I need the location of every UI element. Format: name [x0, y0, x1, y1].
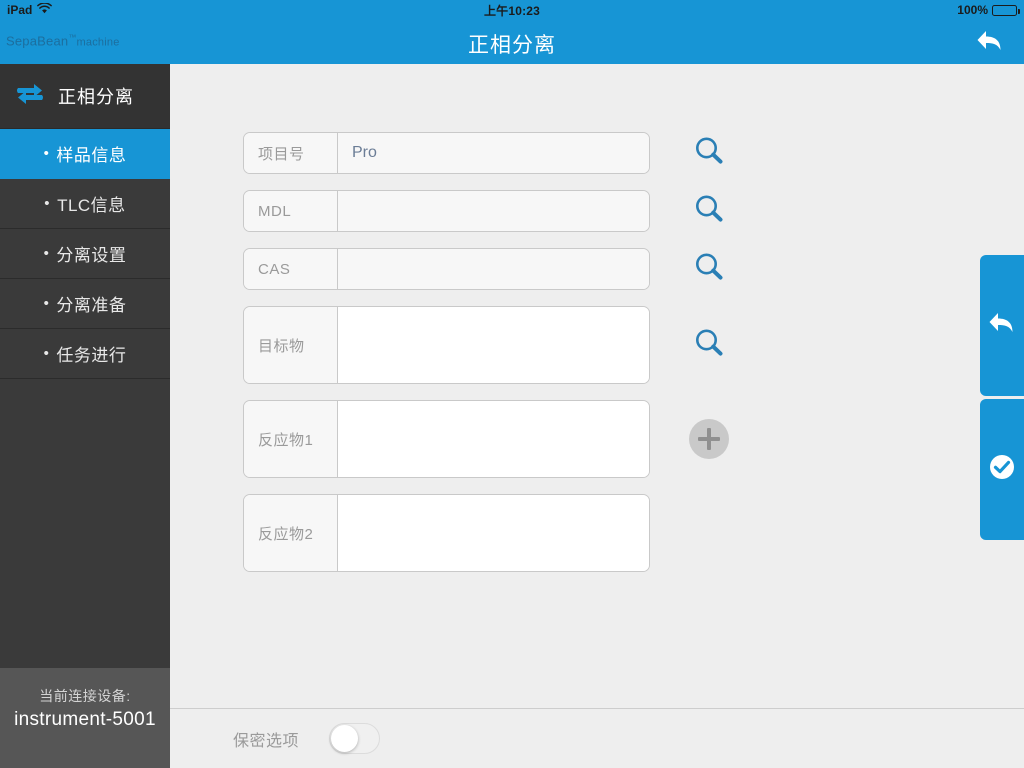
privacy-option-label: 保密选项	[233, 732, 300, 750]
bullet-icon: •	[43, 345, 50, 362]
form-row: CAS	[243, 248, 740, 290]
sidebar-item-sample-info[interactable]: • 样品信息	[0, 129, 170, 179]
project-number-input[interactable]: Pro	[338, 133, 649, 173]
sidebar-item-label: 任务进行	[56, 346, 127, 365]
form-row: 目标物	[243, 306, 740, 384]
navigation-bar: SepaBean™machine 正相分离	[0, 20, 1024, 64]
sidebar-item-label: TLC信息	[57, 196, 126, 215]
form-row: 项目号 Pro	[243, 132, 740, 174]
sidebar-item-separation-prep[interactable]: • 分离准备	[0, 279, 170, 329]
back-arrow-icon	[975, 28, 1005, 59]
field-label: MDL	[244, 191, 338, 231]
sidebar-item-task-progress[interactable]: • 任务进行	[0, 329, 170, 379]
sidebar-header-label: 正相分离	[58, 87, 134, 107]
field-target-compound[interactable]: 目标物	[243, 306, 650, 384]
sample-info-form: 项目号 Pro MDL CAS 目标物 反应物1 反应物2	[243, 132, 740, 588]
bullet-icon: •	[43, 295, 50, 312]
sidebar-item-label: 样品信息	[56, 146, 127, 165]
sidebar-item-label: 分离准备	[56, 296, 127, 315]
check-circle-icon	[988, 453, 1016, 486]
status-bar-clock: 上午10:23	[483, 3, 541, 18]
toggle-knob	[331, 725, 359, 752]
sidebar-item-label: 分离设置	[56, 246, 127, 265]
bullet-icon: •	[43, 245, 50, 262]
ipad-app-screen: iPad 上午10:23 100% SepaBean™machine 正相分离	[0, 0, 1024, 768]
search-icon	[693, 193, 725, 230]
field-mdl[interactable]: MDL	[243, 190, 650, 232]
form-row: MDL	[243, 190, 740, 232]
connected-device-panel: 当前连接设备: instrument-5001	[0, 668, 170, 768]
content-area: 项目号 Pro MDL CAS 目标物 反应物1 反应物2	[170, 64, 1024, 768]
field-label: 项目号	[244, 133, 338, 173]
field-reactant-1[interactable]: 反应物1	[243, 400, 650, 478]
field-cas[interactable]: CAS	[243, 248, 650, 290]
form-row: 反应物1	[243, 400, 740, 478]
battery-percent-label: 100%	[957, 3, 988, 17]
reactant-2-input[interactable]	[338, 495, 649, 571]
add-reactant-button[interactable]	[678, 400, 740, 478]
search-icon	[693, 135, 725, 172]
reactant-1-input[interactable]	[338, 401, 649, 477]
privacy-option-toggle[interactable]	[329, 723, 381, 754]
search-icon	[693, 327, 725, 364]
undo-tab-button[interactable]	[980, 255, 1024, 396]
bullet-icon: •	[43, 145, 50, 162]
search-cas-button[interactable]	[678, 248, 740, 290]
add-icon	[689, 419, 729, 459]
search-target-compound-button[interactable]	[678, 306, 740, 384]
field-reactant-2[interactable]: 反应物2	[243, 494, 650, 572]
nav-back-button[interactable]	[968, 25, 1012, 61]
field-label: 反应物2	[244, 495, 338, 571]
connected-device-caption: 当前连接设备:	[39, 688, 131, 704]
field-label: CAS	[244, 249, 338, 289]
status-bar: iPad 上午10:23 100%	[0, 0, 1024, 20]
reactant-2-action-placeholder	[678, 494, 740, 572]
search-icon	[693, 251, 725, 288]
back-arrow-icon	[987, 310, 1017, 341]
sync-repeat-icon	[14, 81, 46, 112]
page-title: 正相分离	[468, 34, 556, 57]
bullet-icon: •	[44, 195, 51, 212]
mdl-input[interactable]	[338, 191, 649, 231]
confirm-tab-button[interactable]	[980, 399, 1024, 540]
sidebar-empty-space	[0, 379, 170, 671]
form-row: 反应物2	[243, 494, 740, 572]
battery-full-icon	[992, 4, 1020, 16]
sidebar-header: 正相分离	[0, 64, 170, 129]
field-label: 目标物	[244, 307, 338, 383]
search-project-number-button[interactable]	[678, 132, 740, 174]
sidebar: 正相分离 • 样品信息 • TLC信息 • 分离设置 • 分离准备 • 任务进行…	[0, 64, 170, 768]
field-project-number[interactable]: 项目号 Pro	[243, 132, 650, 174]
edge-action-tabs	[980, 255, 1024, 540]
field-label: 反应物1	[244, 401, 338, 477]
bottom-bar: 保密选项	[170, 709, 1024, 768]
sidebar-item-separation-settings[interactable]: • 分离设置	[0, 229, 170, 279]
cas-input[interactable]	[338, 249, 649, 289]
target-compound-input[interactable]	[338, 307, 649, 383]
sidebar-item-tlc-info[interactable]: • TLC信息	[0, 179, 170, 229]
connected-device-name: instrument-5001	[14, 709, 156, 730]
search-mdl-button[interactable]	[678, 190, 740, 232]
status-bar-right: 100%	[957, 3, 1020, 17]
